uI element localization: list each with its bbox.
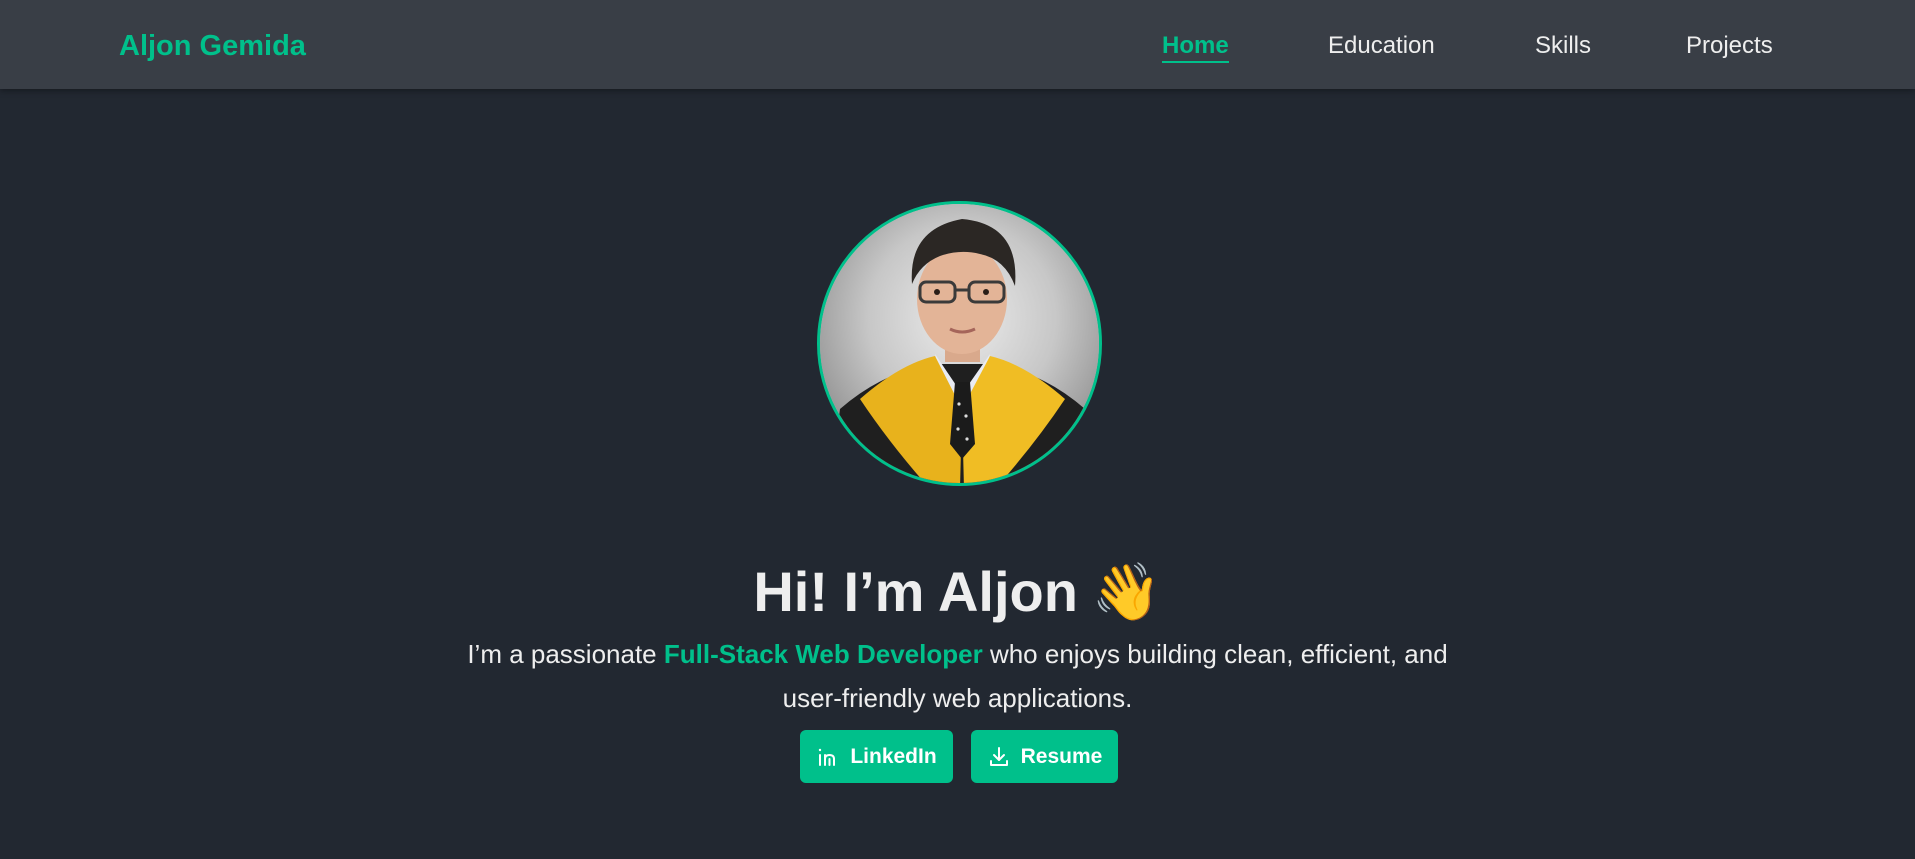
intro-text-before: I’m a passionate <box>467 639 664 669</box>
waving-hand-icon: 👋 <box>1091 559 1162 623</box>
nav-link-skills[interactable]: Skills <box>1535 31 1591 61</box>
hero-intro: I’m a passionate Full-Stack Web Develope… <box>440 632 1475 720</box>
intro-highlight: Full-Stack Web Developer <box>663 639 983 669</box>
hero-headline: Hi! I’m Aljon 👋 <box>0 556 1915 628</box>
nav-link-projects[interactable]: Projects <box>1686 31 1773 61</box>
nav-link-home[interactable]: Home <box>1162 31 1229 63</box>
headline-text: Hi! I’m Aljon <box>753 559 1078 623</box>
resume-button-label: Resume <box>1020 744 1103 768</box>
linkedin-button-label: LinkedIn <box>850 744 937 768</box>
resume-button[interactable]: Resume <box>971 730 1118 783</box>
linkedin-icon <box>816 745 840 769</box>
profile-avatar <box>817 201 1102 486</box>
brand-logo[interactable]: Aljon Gemida <box>119 28 306 64</box>
profile-photo-illustration <box>820 204 1099 483</box>
linkedin-button[interactable]: LinkedIn <box>800 730 953 783</box>
download-icon <box>987 745 1011 769</box>
nav-link-education[interactable]: Education <box>1328 31 1435 61</box>
navbar: Aljon Gemida Home Education Skills Proje… <box>0 0 1915 89</box>
